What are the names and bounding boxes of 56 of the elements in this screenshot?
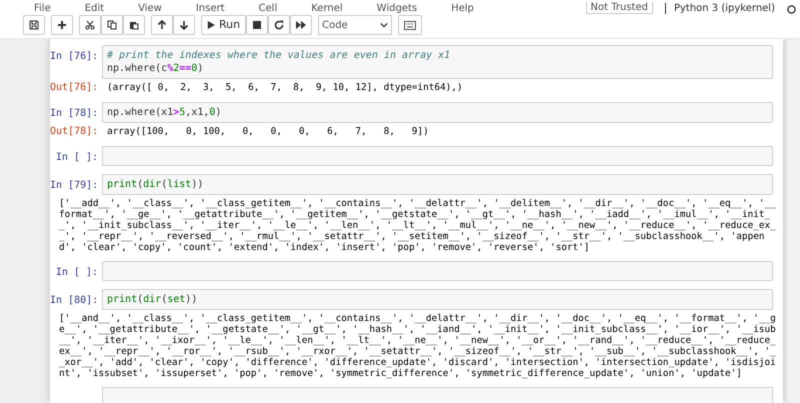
plus-icon [57, 20, 67, 30]
menu-item[interactable]: Edit [84, 3, 104, 14]
arrow-down-icon [179, 20, 189, 30]
fast-forward-button[interactable] [290, 15, 312, 35]
code-input[interactable]: # print the indexes where the values are even in array x1 np.where(c%2==0) [102, 45, 773, 79]
menu-item[interactable]: Kernel [311, 3, 343, 14]
keyboard-icon [404, 20, 416, 30]
copy-icon [107, 20, 117, 30]
menu-item[interactable]: Cell [258, 3, 278, 14]
run-button[interactable]: Run [201, 15, 246, 35]
scissors-icon [85, 20, 95, 30]
trust-indicator[interactable]: Not Trusted [586, 2, 653, 14]
output-prompt: Out[78]: [50, 126, 100, 138]
cell-output: array([100, 0, 100, 0, 0, 0, 6, 7, 8, 9]) [106, 126, 430, 137]
chevron-down-icon [380, 21, 388, 29]
code-input[interactable] [102, 261, 773, 281]
menu-item[interactable]: Widgets [376, 3, 418, 14]
add-cell-button[interactable] [51, 15, 73, 35]
stop-button[interactable] [246, 15, 268, 35]
input-prompt: In [ ]: [54, 151, 99, 164]
kernel-name: Python 3 (ipykernel) [664, 3, 775, 14]
move-up-button[interactable] [151, 15, 173, 35]
input-prompt: In [80]: [50, 294, 100, 307]
menu-item[interactable]: View [138, 3, 162, 14]
copy-button[interactable] [101, 15, 123, 35]
cell-output: ['__add__', '__class__', '__class_getitem__', '__contains__', '__delattr__', '__delitem__', '__dir__', '__doc__', '__eq__', '__ format__', '__ge__', '__getattribute__', '__getitem__', '__getstate__', '__gt__', '__hash__', '__iadd__', '__imul__', '__init_ _', '__init_subclass__', '__iter__', '__le__', '__len__', '__lt__', '__mul__', '__ne__', '__new__', '__reduce__', '__reduce_ex_ _', '__repr__', '__reversed__', '__rmul__', '__setattr__', '__setitem__', '__sizeof__', '__str__', '__subclasshook__', 'appen d', 'clear', 'copy', 'count', 'extend', 'index', 'insert', 'pop', 'remove', 'reverse', 'sort'] [58, 198, 777, 253]
code-input[interactable] [102, 146, 773, 166]
input-prompt: In [76]: [50, 50, 100, 63]
input-prompt: In [79]: [50, 179, 100, 192]
cell-output: (array([ 0, 2, 3, 5, 6, 7, 8, 9, 10, 12], dtype=int64),) [106, 82, 464, 93]
keyboard-button[interactable] [398, 15, 422, 35]
move-down-button[interactable] [173, 15, 195, 35]
code-input[interactable] [102, 387, 773, 403]
arrow-up-icon [157, 20, 167, 30]
restart-icon [274, 20, 284, 30]
code-input[interactable]: np.where(x1>5,x1,0) [102, 102, 773, 123]
output-prompt: Out[76]: [50, 82, 100, 94]
input-prompt: In [ ]: [54, 266, 99, 279]
play-icon [207, 21, 215, 29]
kernel-status-icon [787, 5, 796, 14]
cut-button[interactable] [79, 15, 101, 35]
paste-icon [129, 20, 139, 30]
menu-item[interactable]: Insert [196, 3, 225, 14]
paste-button[interactable] [123, 15, 145, 35]
stop-icon [253, 21, 262, 29]
cell-output: ['__and__', '__class__', '__class_getitem__', '__contains__', '__delattr__', '__dir__', '__doc__', '__eq__', '__format__', '__g e__', '__getattribute__', '__getstate__', '__gt__', '__hash__', '__iand__', '__init__', '__init_subclass__', '__ior__', '__isub __', '__iter__', '__ixor__', '__le__', '__len__', '__lt__', '__ne__', '__new__', '__or__', '__rand__', '__reduce__', '__reduce_ ex__', '__repr__', '__ror__', '__rsub__', '__rxor__', '__setattr__', '__sizeof__', '__str__', '__sub__', '__subclasshook__', '_ _xor__', 'add', 'clear', 'copy', 'difference', 'difference_update', 'discard', 'intersection', 'intersection_update', 'isdisjoi nt', 'issubset', 'issuperset', 'pop', 'remove', 'symmetric_difference', 'symmetric_difference_update', 'union', 'update'] [58, 313, 777, 379]
code-input[interactable]: print(dir(set)) [102, 289, 773, 310]
save-button[interactable] [23, 15, 45, 35]
menu-item[interactable]: File [34, 3, 51, 14]
fast-forward-icon [296, 20, 306, 30]
menu-item[interactable]: Help [451, 3, 474, 14]
restart-button[interactable] [268, 15, 290, 35]
save-icon [29, 20, 39, 30]
cell-type-select[interactable]: Code [318, 15, 392, 35]
input-prompt: In [78]: [50, 107, 100, 120]
code-input[interactable]: print(dir(list)) [102, 174, 773, 195]
